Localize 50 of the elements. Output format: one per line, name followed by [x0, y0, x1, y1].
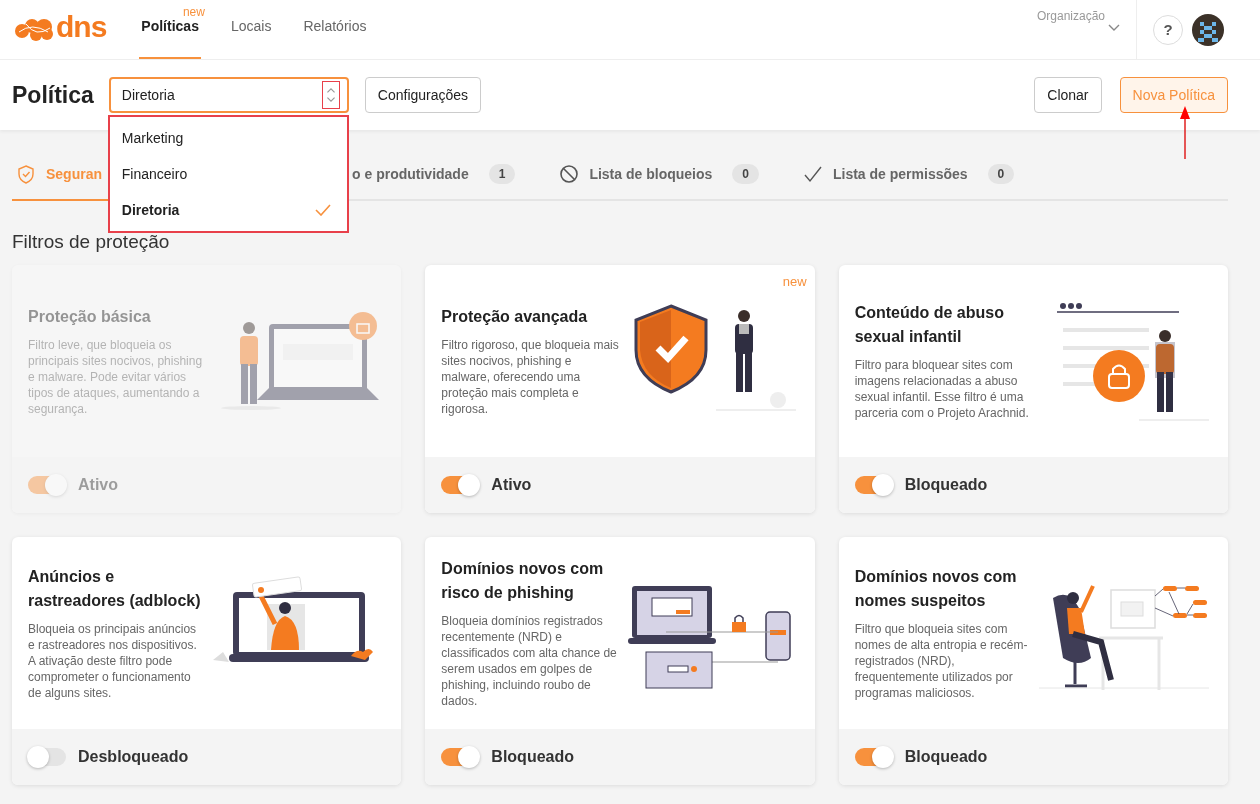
toggle-switch[interactable]: [441, 748, 480, 766]
card-description: Bloqueia domínios registrados recentemente (NRD) e classificados com alta chance de serem usados em golpes de phishing, incluindo roubo de dados.: [441, 613, 618, 709]
logo-text: dns: [56, 11, 107, 42]
toggle-switch[interactable]: [441, 476, 480, 494]
clone-button[interactable]: Clonar: [1034, 77, 1102, 113]
status-label: Bloqueado: [491, 748, 574, 766]
help-button[interactable]: ?: [1153, 14, 1183, 45]
chevron-down-icon: [1108, 24, 1120, 32]
status-label: Desbloqueado: [78, 748, 189, 766]
toggle-switch[interactable]: [854, 476, 893, 494]
organization-label: Organização: [1037, 9, 1106, 23]
card-title: Proteção avançada: [441, 307, 589, 327]
nav-tab[interactable]: Relatórios: [301, 0, 369, 59]
page-title: Política: [12, 81, 94, 109]
count-badge: 0: [987, 164, 1015, 184]
tab[interactable]: o e produtividade 1: [348, 149, 524, 201]
card-title: Domínios novos com risco de phishing: [441, 559, 605, 603]
settings-button[interactable]: Configurações: [364, 77, 482, 113]
card-title: Conteúdo de abuso sexual infantil: [854, 303, 1005, 347]
card-description: Filtro que bloqueia sites com nomes de alta entropia e recém-registrados (NRD), frequentemente utilizados por programas maliciosos.: [854, 621, 1029, 701]
card-title: Proteção básica: [28, 307, 152, 327]
card-description: Filtro rigoroso, que bloqueia mais sites nocivos, phishing e malware, oferecendo uma proteção mais completa e rigorosa.: [441, 337, 620, 417]
shield-check-icon: [16, 164, 36, 184]
checkmark-icon: [314, 204, 331, 216]
status-label: Bloqueado: [904, 476, 988, 494]
status-label: Bloqueado: [904, 748, 988, 766]
status-label: Ativo: [78, 476, 118, 494]
new-label: new: [782, 274, 807, 289]
count-badge: 1: [488, 164, 516, 184]
menu-option[interactable]: Marketing: [109, 120, 347, 156]
menu-option[interactable]: Financeiro: [109, 156, 347, 192]
card-description: Filtro para bloquear sites com imagens relacionadas a abuso sexual infantil. Esse filtro é uma parceria com o Projeto Arachnid.: [854, 357, 1030, 421]
checkmark-icon: [803, 164, 823, 184]
tab[interactable]: Lista de bloqueios 0: [555, 149, 767, 201]
avatar-icon: [1192, 13, 1224, 46]
card-title: Anúncios e rastreadores (adblock): [28, 567, 202, 611]
cloud-logo-icon: [14, 17, 54, 42]
card-description: Filtro leve, que bloqueia os principais sites nocivos, phishing e malware. Pode evitar vários tipos de ataques, aumentando a segurança.: [28, 337, 204, 417]
toggle-switch[interactable]: [854, 748, 893, 766]
status-label: Ativo: [491, 476, 532, 494]
policy-select[interactable]: Diretoria: [108, 77, 349, 113]
toggle-switch[interactable]: [28, 748, 66, 766]
nav-tab[interactable]: Locais: [228, 0, 274, 59]
tab[interactable]: Lista de permissões 0: [799, 149, 1023, 201]
count-badge: 0: [732, 164, 759, 184]
card-title: Domínios novos com nomes suspeitos: [854, 567, 1018, 611]
menu-option[interactable]: Diretoria: [109, 192, 347, 228]
block-icon: [559, 164, 580, 184]
card-description: Bloqueia os principais anúncios e rastreadores nos dispositivos. A ativação deste filtro pode comprometer o funcionamento de alguns sites.: [28, 621, 198, 701]
section-heading: Filtros de proteção: [12, 231, 171, 253]
